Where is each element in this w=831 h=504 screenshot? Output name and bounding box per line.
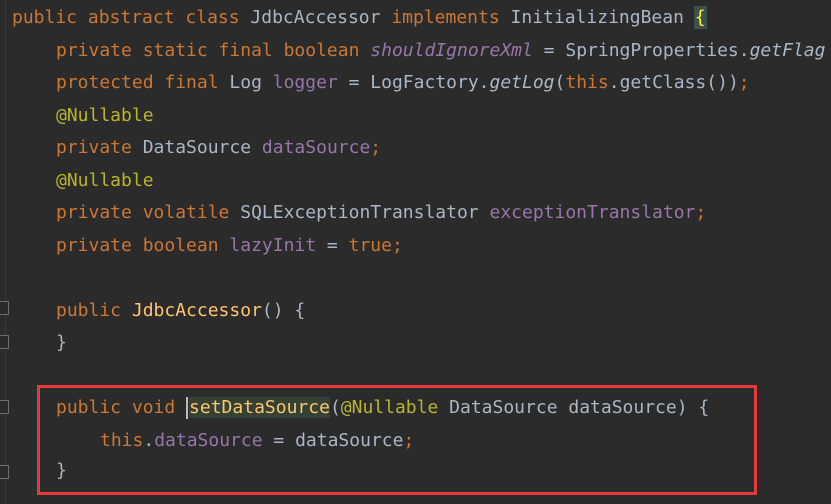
gutter-line <box>5 0 6 504</box>
fold-marker-icon[interactable] <box>0 335 9 349</box>
highlight-box <box>37 385 757 495</box>
fold-marker-icon[interactable] <box>0 465 9 479</box>
fold-marker-icon[interactable] <box>0 301 9 315</box>
code-line-2[interactable]: private static final boolean shouldIgnor… <box>56 36 825 66</box>
code-line-7[interactable]: private volatile SQLExceptionTranslator … <box>56 198 706 228</box>
code-line-6[interactable]: @Nullable <box>56 166 154 196</box>
code-line-11[interactable]: } <box>56 328 67 358</box>
code-line-4[interactable]: @Nullable <box>56 101 154 131</box>
code-line-5[interactable]: private DataSource dataSource; <box>56 133 381 163</box>
code-line-10[interactable]: public JdbcAccessor() { <box>56 296 305 326</box>
fold-marker-icon[interactable] <box>0 400 9 414</box>
code-editor[interactable]: public abstract class JdbcAccessor imple… <box>0 0 831 504</box>
matched-brace: { <box>693 6 707 29</box>
code-line-8[interactable]: private boolean lazyInit = true; <box>56 231 403 261</box>
code-line-1[interactable]: public abstract class JdbcAccessor imple… <box>12 3 707 33</box>
code-line-3[interactable]: protected final Log logger = LogFactory.… <box>56 68 750 98</box>
